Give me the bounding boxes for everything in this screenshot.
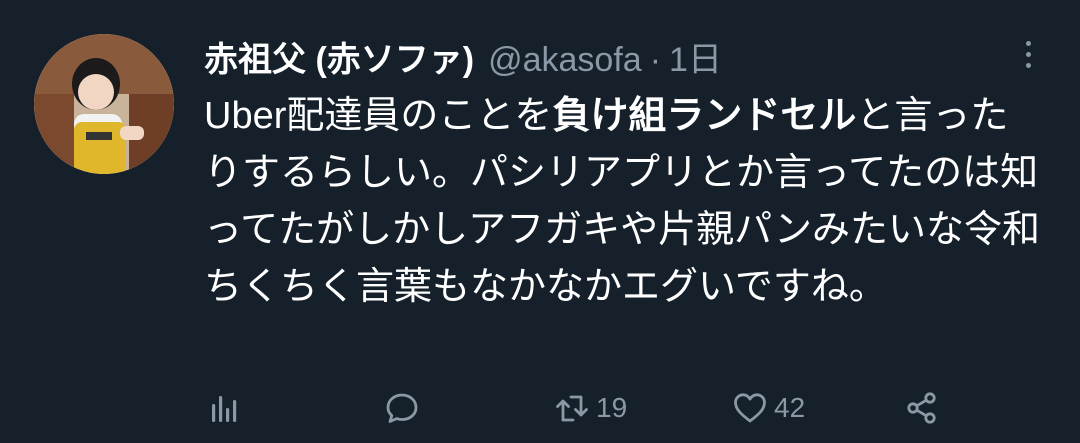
views-button[interactable]: [206, 383, 242, 433]
more-dot: [1025, 62, 1031, 68]
tweet-text: Uber配達員のことを負け組ランドセルと言ったりするらしい。パシリアプリとか言っ…: [204, 88, 1044, 316]
more-options-icon[interactable]: [1010, 36, 1046, 72]
tweet[interactable]: 赤祖父 (赤ソファ) @akasofa · 1日 Uber配達員のことを負け組ラ…: [0, 0, 1080, 443]
share-icon: [907, 392, 936, 424]
avatar-image: [34, 34, 174, 174]
reply-button[interactable]: [384, 383, 420, 433]
more-dot: [1025, 51, 1031, 57]
tweet-timestamp[interactable]: 1日: [669, 34, 722, 86]
heart-icon: [734, 393, 766, 423]
tweet-text-bold: 負け組ランドセル: [552, 95, 857, 137]
retweet-button[interactable]: 19: [554, 383, 627, 433]
speech-bubble-icon: [386, 393, 418, 423]
author-display-name[interactable]: 赤祖父 (赤ソファ): [204, 34, 474, 86]
retweet-icon: [556, 395, 588, 422]
more-dot: [1025, 40, 1031, 46]
like-count: 42: [774, 392, 806, 423]
tweet-header: 赤祖父 (赤ソファ) @akasofa · 1日: [204, 34, 722, 86]
bar-chart-icon: [212, 396, 237, 422]
like-button[interactable]: 42: [732, 383, 805, 433]
tweet-actions: 19 42: [204, 383, 964, 433]
separator-dot: ·: [649, 41, 662, 79]
share-button[interactable]: [904, 383, 940, 433]
author-handle[interactable]: @akasofa: [488, 34, 642, 86]
tweet-text-part: Uber配達員のことを: [204, 95, 553, 137]
avatar[interactable]: [34, 34, 174, 174]
retweet-count: 19: [596, 392, 628, 423]
